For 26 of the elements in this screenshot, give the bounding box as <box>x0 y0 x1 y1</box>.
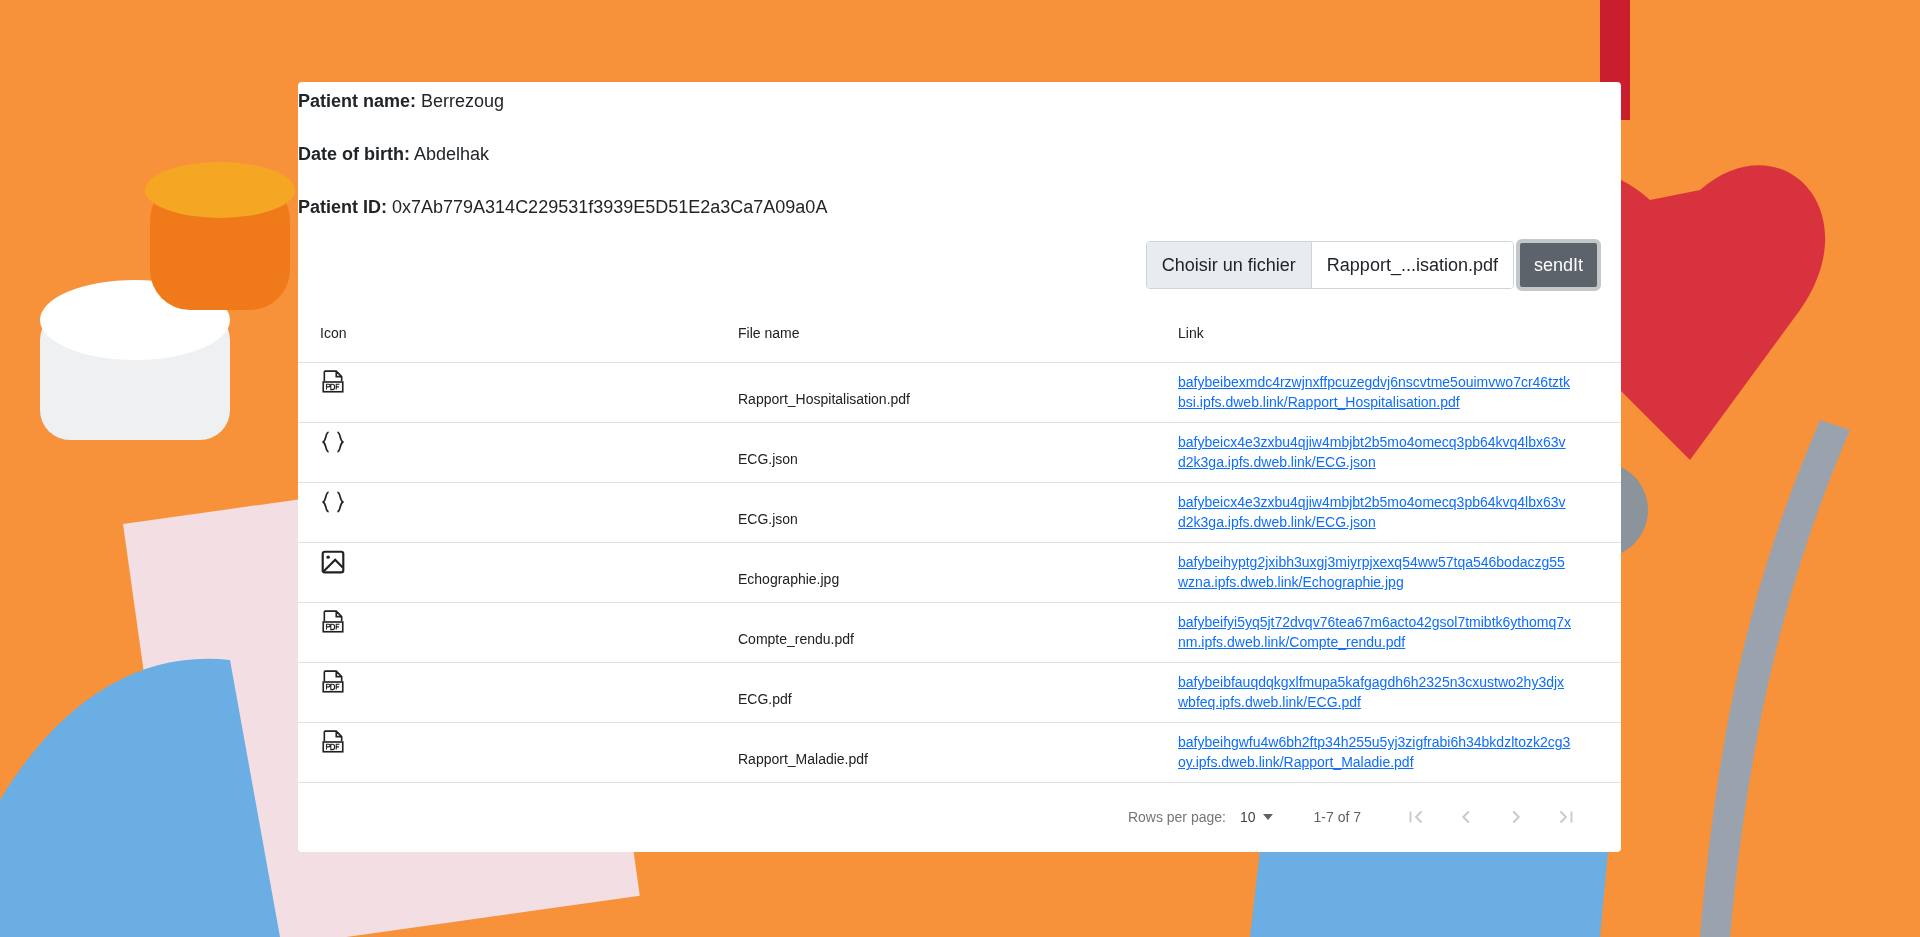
file-name: Echographie.jpg <box>738 569 840 589</box>
file-input[interactable]: Choisir un fichier Rapport_...isation.pdf <box>1145 241 1514 289</box>
file-link[interactable]: bafybeibexmdc4rzwjnxffpcuzegdvj6nscvtme5ouimvwo7cr46tztkbsi.ipfs.dweb.link/Rapport_Hospitalisation.pdf <box>1178 372 1573 413</box>
file-link[interactable]: bafybeihyptg2jxibh3uxgj3miyrpjxexq54ww57tqa546bodaczg55wzna.ipfs.dweb.link/Echographie.jpg <box>1178 552 1573 593</box>
file-name: ECG.pdf <box>738 689 792 709</box>
file-name: Compte_rendu.pdf <box>738 629 854 649</box>
rows-per-page-select[interactable]: 10 <box>1239 806 1274 828</box>
file-link[interactable]: bafybeibfauqdqkgxlfmupa5kafgagdh6h2325n3cxustwo2hy3djxwbfeq.ipfs.dweb.link/ECG.pdf <box>1178 672 1573 713</box>
page-range: 1-7 of 7 <box>1313 807 1361 827</box>
file-link[interactable]: bafybeifyi5yq5jt72dvqv76tea67m6acto42gsol7tmibtk6ythomq7xnm.ipfs.dweb.link/Compte_rendu.pdf <box>1178 612 1573 653</box>
file-name: Rapport_Hospitalisation.pdf <box>738 389 910 409</box>
column-header: Icon <box>320 324 347 341</box>
file-name: Rapport_Maladie.pdf <box>738 749 868 769</box>
column-header: Link <box>1178 324 1204 341</box>
file-name: ECG.json <box>738 509 798 529</box>
file-link[interactable]: bafybeicx4e3zxbu4qjiw4mbjbt2b5mo4omecq3pb64kvq4lbx63vd2k3ga.ipfs.dweb.link/ECG.json <box>1178 432 1573 473</box>
choose-file-label: Choisir un fichier <box>1146 242 1312 288</box>
patient-field: Patient ID: 0x7Ab779A314C229531f3939E5D51E2a3Ca7A09a0A <box>298 194 1621 221</box>
column-header: File name <box>738 324 800 341</box>
patient-field: Date of birth: Abdelhak <box>298 141 1621 168</box>
file-link[interactable]: bafybeicx4e3zxbu4qjiw4mbjbt2b5mo4omecq3pb64kvq4lbx63vd2k3ga.ipfs.dweb.link/ECG.json <box>1178 492 1573 533</box>
patient-field: Patient name: Berrezoug <box>298 88 1621 115</box>
rows-per-page-label: Rows per page: <box>1127 807 1226 827</box>
file-name: ECG.json <box>738 449 798 469</box>
send-button[interactable]: sendIt <box>1515 239 1601 291</box>
file-link[interactable]: bafybeihgwfu4w6bh2ftp34h255u5yj3zigfrabi6h34bkdzltozk2cg3oy.ipfs.dweb.link/Rapport_Maladie.pdf <box>1178 732 1573 773</box>
